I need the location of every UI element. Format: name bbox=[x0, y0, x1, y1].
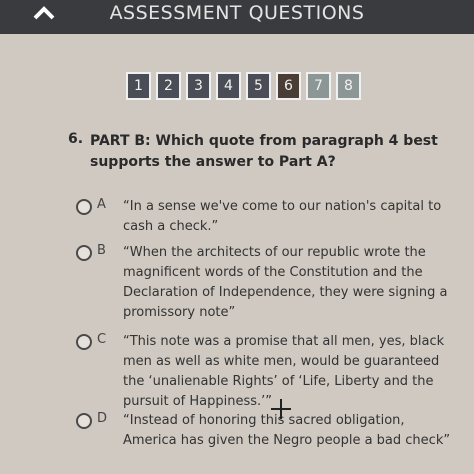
radio-a[interactable] bbox=[76, 199, 92, 215]
option-letter: A bbox=[97, 197, 106, 212]
question-nav: 1 2 3 4 5 6 7 8 bbox=[126, 72, 361, 100]
header-bar: ASSESSMENT QUESTIONS bbox=[0, 0, 474, 34]
page-title: ASSESSMENT QUESTIONS bbox=[109, 2, 365, 24]
option-text: “In a sense we've come to our nation's c… bbox=[123, 199, 442, 234]
crosshair-cursor-icon bbox=[271, 399, 291, 419]
question-tab-1[interactable]: 1 bbox=[126, 72, 151, 100]
radio-b[interactable] bbox=[76, 245, 92, 261]
radio-c[interactable] bbox=[76, 334, 92, 350]
question-tab-5[interactable]: 5 bbox=[246, 72, 271, 100]
question-tab-3[interactable]: 3 bbox=[186, 72, 211, 100]
question-tab-6[interactable]: 6 bbox=[276, 72, 301, 100]
option-letter: C bbox=[97, 332, 107, 347]
option-letter: B bbox=[97, 243, 106, 258]
question-prompt: PART B: Which quote from paragraph 4 bes… bbox=[90, 133, 438, 170]
question-tab-7[interactable]: 7 bbox=[306, 72, 331, 100]
radio-d[interactable] bbox=[76, 413, 92, 429]
question-tab-4[interactable]: 4 bbox=[216, 72, 241, 100]
question-number: 6. bbox=[68, 131, 84, 147]
question-tab-2[interactable]: 2 bbox=[156, 72, 181, 100]
question-tab-8[interactable]: 8 bbox=[336, 72, 361, 100]
option-text: “When the architects of our republic wro… bbox=[123, 245, 448, 320]
option-letter: D bbox=[97, 411, 108, 426]
